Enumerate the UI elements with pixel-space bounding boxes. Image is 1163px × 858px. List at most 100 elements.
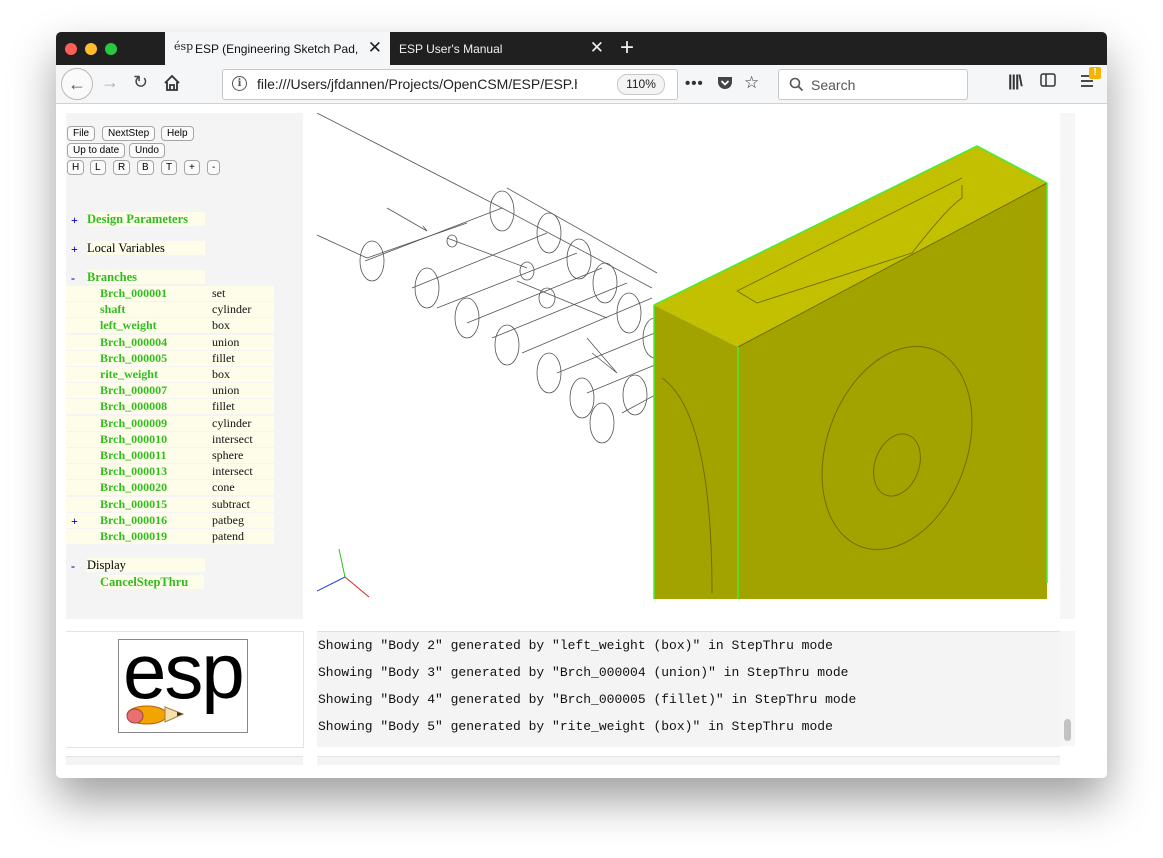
up-to-date-button[interactable]: Up to date <box>67 143 126 158</box>
message-log: Showing "Body 2" generated by "left_weig… <box>317 631 1060 747</box>
branch-type: box <box>212 367 230 381</box>
branch-name[interactable]: left_weight <box>100 318 157 333</box>
branch-name[interactable]: Brch_000011 <box>100 448 166 463</box>
sidebar-toggle-button[interactable] <box>1040 73 1056 92</box>
branch-type: patend <box>212 529 244 543</box>
forward-button[interactable]: → <box>101 70 119 94</box>
tab-esp[interactable]: ésp ESP (Engineering Sketch Pad, V ✕ <box>165 32 390 65</box>
local-variables-toggle[interactable]: + <box>71 242 83 257</box>
url-bar[interactable]: i file:///Users/jfdannen/Projects/OpenCS… <box>222 69 759 100</box>
branch-row[interactable]: Brch_000008 fillet <box>66 399 274 415</box>
view-bottom-button[interactable]: B <box>137 160 154 175</box>
graphics-viewport[interactable] <box>316 112 1061 619</box>
branch-name[interactable]: Brch_000005 <box>100 351 167 366</box>
esp-favicon-icon: ésp <box>174 40 194 53</box>
message-scrollbar[interactable] <box>1060 631 1075 746</box>
branch-row[interactable]: Brch_000009 cylinder <box>66 415 274 431</box>
tab-title: ESP User's Manual <box>399 42 503 56</box>
minimize-window-button[interactable] <box>85 43 97 55</box>
design-parameters-toggle[interactable]: + <box>71 213 83 228</box>
info-icon[interactable]: i <box>232 76 247 91</box>
back-button[interactable]: ← <box>61 68 93 100</box>
branch-row[interactable]: Brch_000019 patend <box>66 529 274 544</box>
pocket-icon[interactable] <box>717 75 733 95</box>
model-3d-view[interactable] <box>316 112 1060 619</box>
new-tab-icon[interactable]: + <box>620 35 634 61</box>
branch-name[interactable]: Brch_000010 <box>100 432 167 447</box>
view-right-button[interactable]: R <box>113 160 131 175</box>
undo-button[interactable]: Undo <box>129 143 165 158</box>
nextstep-button[interactable]: NextStep <box>102 126 156 141</box>
branch-row[interactable]: Brch_000015 subtract <box>66 496 274 512</box>
url-text[interactable]: file:///Users/jfdannen/Projects/OpenCSM/… <box>257 76 577 92</box>
branch-row[interactable]: Brch_000013 intersect <box>66 464 274 480</box>
branch-row[interactable]: Brch_000001 set <box>66 286 274 301</box>
close-window-button[interactable] <box>65 43 77 55</box>
branches-toggle[interactable]: - <box>71 271 83 286</box>
branch-name[interactable]: Brch_000007 <box>100 383 167 398</box>
reload-button[interactable]: ↻ <box>133 70 148 94</box>
page-actions-icon[interactable]: ••• <box>685 75 704 92</box>
design-parameters-label[interactable]: Design Parameters <box>87 212 205 226</box>
file-button[interactable]: File <box>67 126 96 141</box>
branch-name[interactable]: Brch_000016 <box>100 513 167 528</box>
arrow-left-icon: ← <box>68 74 86 94</box>
viewer-scrollbar[interactable] <box>1060 113 1075 619</box>
zoom-in-button[interactable]: + <box>184 160 200 175</box>
bottom-strip-left <box>66 756 303 765</box>
arrow-right-icon: → <box>101 72 119 92</box>
branch-type: intersect <box>212 464 253 479</box>
close-tab-icon[interactable]: ✕ <box>590 38 604 58</box>
branch-name[interactable]: Brch_000013 <box>100 464 167 479</box>
cancel-stepthru-item[interactable]: CancelStepThru <box>100 575 204 589</box>
branch-name[interactable]: Brch_000008 <box>100 399 167 414</box>
branch-name[interactable]: Brch_000019 <box>100 529 167 544</box>
close-tab-icon[interactable]: ✕ <box>368 38 382 58</box>
help-button[interactable]: Help <box>161 126 194 141</box>
page-content: File NextStep Help Up to date Undo H L R… <box>56 104 1107 778</box>
zoom-out-button[interactable]: - <box>207 160 221 175</box>
branch-row[interactable]: + Brch_000016 patbeg <box>66 512 274 529</box>
branch-name[interactable]: Brch_000015 <box>100 497 167 512</box>
branch-name[interactable]: Brch_000009 <box>100 416 167 431</box>
view-left-button[interactable]: L <box>90 160 106 175</box>
branch-row[interactable]: Brch_000011 sphere <box>66 448 274 463</box>
home-icon <box>164 74 180 91</box>
view-home-button[interactable]: H <box>67 160 85 175</box>
esp-logo: esp <box>118 627 248 733</box>
branch-name[interactable]: Brch_000001 <box>100 286 167 301</box>
library-icon[interactable]: |||\ <box>1008 73 1023 91</box>
branch-toggle[interactable]: + <box>71 514 83 529</box>
branches-label[interactable]: Branches <box>87 270 205 284</box>
tab-bar: ésp ESP (Engineering Sketch Pad, V ✕ ESP… <box>56 32 1107 65</box>
branch-row[interactable]: left_weight box <box>66 318 274 334</box>
display-toggle[interactable]: - <box>71 559 83 574</box>
branch-name[interactable]: rite_weight <box>100 367 158 382</box>
branch-type: fillet <box>212 399 235 414</box>
navigation-bar: ← → ↻ i file:///Users/jfdannen/Projects/… <box>56 65 1107 104</box>
branch-name[interactable]: shaft <box>100 302 125 317</box>
menu-button[interactable]: ! <box>1080 67 1101 94</box>
branch-name[interactable]: Brch_000020 <box>100 480 167 495</box>
tab-users-manual[interactable]: ESP User's Manual ✕ <box>390 32 612 65</box>
solid-body <box>653 145 1048 599</box>
branch-name[interactable]: Brch_000004 <box>100 335 167 350</box>
zoom-level-badge[interactable]: 110% <box>617 74 665 95</box>
branch-row[interactable]: rite_weight box <box>66 367 274 382</box>
branch-row[interactable]: shaft cylinder <box>66 302 274 318</box>
browser-window: ésp ESP (Engineering Sketch Pad, V ✕ ESP… <box>56 32 1107 778</box>
branch-row[interactable]: Brch_000010 intersect <box>66 431 274 447</box>
message-scroll-thumb[interactable] <box>1064 719 1071 741</box>
local-variables-label[interactable]: Local Variables <box>87 241 205 255</box>
bookmark-star-icon[interactable]: ☆ <box>744 73 759 93</box>
branch-row[interactable]: Brch_000007 union <box>66 383 274 399</box>
branch-row[interactable]: Brch_000020 cone <box>66 480 274 496</box>
search-input[interactable]: Search <box>778 69 968 100</box>
branch-row[interactable]: Brch_000004 union <box>66 334 274 350</box>
branch-row[interactable]: Brch_000005 fillet <box>66 350 274 366</box>
view-top-button[interactable]: T <box>161 160 178 175</box>
home-button[interactable] <box>163 70 181 98</box>
zoom-window-button[interactable] <box>105 43 117 55</box>
display-label[interactable]: Display <box>87 558 205 572</box>
branch-type: sphere <box>212 448 244 462</box>
